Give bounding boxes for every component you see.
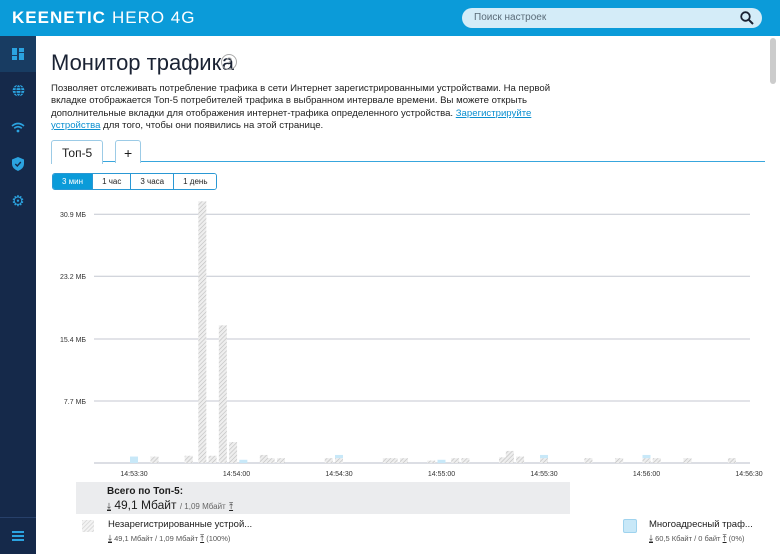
- x-tick-label: 14:53:30: [120, 471, 147, 478]
- bar-unregistered[interactable]: [540, 458, 548, 463]
- bar-unregistered[interactable]: [266, 458, 275, 463]
- bar-unregistered[interactable]: [683, 458, 692, 463]
- y-tick-label: 23.2 МБ: [60, 274, 86, 281]
- bar-multicast[interactable]: [335, 454, 343, 459]
- download-icon: ⤓: [649, 533, 653, 543]
- bar-unregistered[interactable]: [218, 325, 227, 463]
- bar-unregistered[interactable]: [184, 455, 193, 463]
- summary-panel: Всего по Топ-5: ⤓ 49,1 Мбайт / 1,09 Мбай…: [76, 482, 570, 514]
- bar-unregistered[interactable]: [259, 454, 268, 463]
- bar-unregistered[interactable]: [208, 455, 217, 463]
- y-tick-label: 15.4 МБ: [60, 337, 86, 344]
- y-tick-label: 7.7 МБ: [64, 399, 87, 406]
- download-icon: ⤓: [108, 533, 112, 543]
- traffic-chart: 7.7 МБ 15.4 МБ 23.2 МБ 30.9 МБ 14:53:30 14:54…: [60, 201, 763, 478]
- x-tick-label: 14:56:30: [735, 471, 762, 478]
- bar-unregistered[interactable]: [229, 442, 238, 463]
- summary-title: Всего по Топ-5:: [107, 486, 184, 497]
- bar-unregistered[interactable]: [615, 458, 624, 463]
- menu-icon: [12, 531, 24, 541]
- legend-swatch: [623, 519, 637, 533]
- upload-icon: ⤒: [229, 501, 234, 511]
- bar-unregistered[interactable]: [335, 458, 343, 463]
- x-tick-label: 14:54:00: [223, 471, 250, 478]
- bar-multicast[interactable]: [437, 459, 446, 463]
- x-tick-label: 14:56:00: [633, 471, 660, 478]
- summary-values: ⤓ 49,1 Мбайт / 1,09 Мбайт ⤒: [107, 498, 234, 512]
- x-tick-label: 14:55:00: [428, 471, 455, 478]
- bar-unregistered[interactable]: [382, 458, 391, 463]
- bar-unregistered[interactable]: [461, 458, 470, 463]
- legend-swatch: [82, 520, 94, 532]
- x-tick-label: 14:55:30: [530, 471, 557, 478]
- y-tick-label: 30.9 МБ: [60, 212, 86, 219]
- bar-unregistered[interactable]: [584, 458, 593, 463]
- bar-unregistered[interactable]: [516, 456, 525, 463]
- bar-multicast[interactable]: [540, 454, 548, 459]
- bar-unregistered[interactable]: [505, 450, 514, 463]
- scrollbar[interactable]: [766, 36, 780, 554]
- bar-unregistered[interactable]: [276, 458, 285, 463]
- bar-unregistered[interactable]: [150, 456, 159, 463]
- bar-unregistered[interactable]: [727, 458, 736, 463]
- sidebar-menu-button[interactable]: [0, 518, 36, 554]
- bar-unregistered[interactable]: [389, 458, 398, 463]
- bar-multicast[interactable]: [130, 456, 138, 463]
- scrollbar-thumb[interactable]: [770, 38, 776, 84]
- bar-unregistered[interactable]: [198, 201, 207, 463]
- bar-unregistered[interactable]: [427, 460, 436, 463]
- bar-unregistered[interactable]: [499, 457, 507, 463]
- bar-unregistered[interactable]: [324, 458, 333, 463]
- bar-unregistered[interactable]: [451, 458, 460, 463]
- bar-unregistered[interactable]: [399, 458, 408, 463]
- x-tick-label: 14:54:30: [325, 471, 352, 478]
- bar-unregistered[interactable]: [652, 458, 661, 463]
- bar-multicast[interactable]: [239, 459, 248, 463]
- bar-multicast[interactable]: [642, 454, 651, 459]
- bar-unregistered[interactable]: [642, 458, 651, 463]
- download-icon: ⤓: [107, 501, 111, 511]
- upload-icon: ⤒: [722, 533, 727, 543]
- upload-icon: ⤒: [200, 533, 205, 543]
